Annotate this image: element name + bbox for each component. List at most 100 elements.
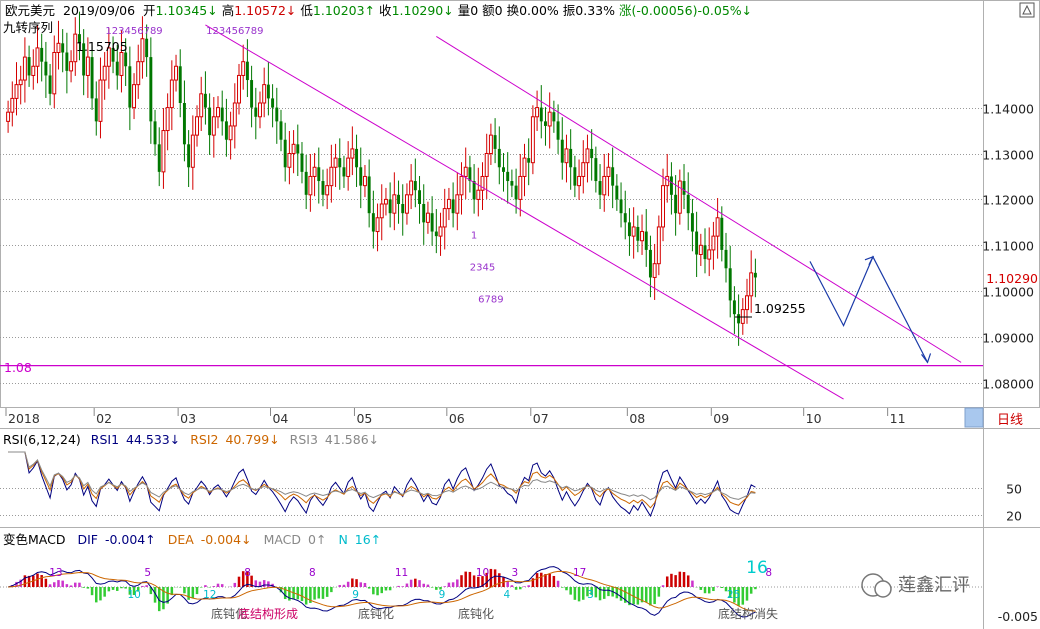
candle-body-up [698,244,703,255]
candle-body-down [321,181,325,195]
candle-body-down [695,231,699,255]
candle-body-up [715,217,720,237]
td-sequence-label: 123456789 [105,26,162,37]
macd-tick-label: -0.005 [998,609,1038,624]
dif-value: -0.004↑ [105,532,156,547]
candle-body-down [493,135,497,149]
symbol-name: 欧元美元 [5,3,55,18]
candle-body-up [216,107,220,118]
candle-body-up [585,148,590,164]
candle-body-down [300,153,304,172]
price-tick-label: 1.12000 [982,193,1034,208]
candle-body-down [304,171,308,195]
candle-body-up [140,38,145,63]
candle-body-down [556,121,560,140]
candle-body-up [362,175,367,187]
macd-count-above: 17 [573,567,586,579]
candle-body-down [338,158,342,168]
month-label: 06 [449,411,465,426]
n-name: N [338,532,347,547]
candle-body-up [438,226,443,237]
open-value: 1.10345↓ [156,3,218,18]
month-label: 09 [713,411,729,426]
candle-body-up [442,208,447,228]
candle-body-down [737,314,741,324]
candle-body-down [686,194,690,214]
high-annotation: 1.15705 [76,39,128,54]
candle-body-down [283,139,287,168]
low-annotation: 1.09255 [754,301,806,316]
td-sequence-label: 123456789 [206,26,263,37]
candle-body-down [128,66,132,108]
dea-name: DEA [168,532,195,547]
candle-body-down [434,231,438,237]
candle-body-up [530,116,535,164]
candle-body-down [669,176,673,195]
candle-body-down [220,107,224,122]
trend-channel [0,24,983,400]
rsi-header: RSI(6,12,24) RSI1 44.533↓ RSI2 40.799↓ R… [3,432,379,447]
last-price-label: 1.10290 [986,271,1038,286]
candle-body-down [65,52,69,71]
candle-body-up [463,166,468,177]
candle-body-down [266,84,270,99]
macd-header: 变色MACD DIF -0.004↑ DEA -0.004↓ MACD 0↑ N… [3,532,381,547]
td-sequence-label: 6789 [478,295,503,306]
candle-body-up [547,111,552,127]
macd-value: 0↑ [308,532,326,547]
candle-body-down [40,47,44,62]
candle-body-up [211,116,216,136]
candle-body-down [569,148,573,168]
month-label: 08 [629,411,645,426]
candle-body-up [661,185,665,228]
candle-body-down [728,268,732,301]
candle-body-up [35,47,40,67]
month-label: 10 [806,411,822,426]
candle-body-down [451,199,455,214]
candle-body-up [232,102,237,127]
price-tick-label: 1.10000 [982,285,1034,300]
candle-body-down [317,167,321,182]
macd-count-above: 13 [49,567,62,579]
candle-body-up [174,65,178,81]
candle-body-up [749,272,754,297]
td-sequence-label: 2345 [470,263,495,274]
amplitude-value: 振0.33% [563,3,615,18]
candle-body-up [425,212,430,223]
candle-body-up [195,116,199,136]
macd-count-below: 10 [128,589,141,601]
period-scroll-box[interactable] [964,407,984,428]
candle-body-up [455,194,460,214]
candle-body-down [690,213,694,232]
candle-body-down [636,226,640,241]
dea-value: -0.004↓ [201,532,252,547]
candle-body-down [413,181,417,191]
macd-count-below: 9 [439,589,446,601]
candle-body-down [371,213,375,232]
chart-canvas: 1.08000 1.09000 1.10000 1.11000 1.12000 1.130… [0,0,1040,629]
macd-count-above: 8 [309,567,316,579]
candle-body-up [375,217,380,233]
candle-body-up [392,194,397,214]
rsi-tick-label: 50 [1006,482,1022,497]
candle-body-down [598,181,602,195]
volume-value: 量0 [458,3,479,18]
rsi3-value: 41.586↓ [325,432,379,447]
candle-body-up [602,175,607,196]
candle-body-up [518,175,523,200]
candle-body-up [409,180,414,196]
candle-body-down [397,194,401,204]
candle-body-down [703,245,707,260]
candle-body-up [308,175,313,196]
rsi3-line [8,451,756,501]
chart-root: 1.08000 1.09000 1.10000 1.11000 1.12000 1.130… [0,0,1040,629]
candle-body-up [711,235,716,251]
candle-body-up [350,148,355,159]
candle-body-down [422,204,426,223]
month-label: 03 [180,411,196,426]
period-label[interactable]: 日线 [997,413,1023,428]
candle-body-up [446,198,451,210]
candle-body-up [241,61,246,76]
candle-body-down [187,144,191,168]
candle-body-up [379,203,384,219]
